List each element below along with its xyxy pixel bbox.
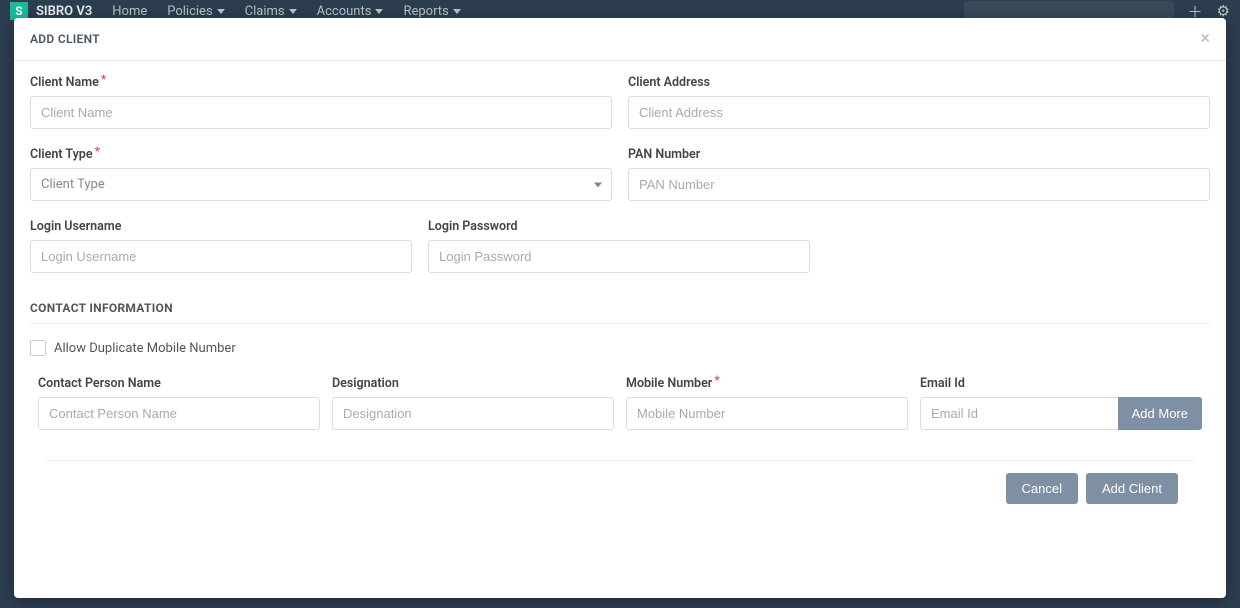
- login-username-label: Login Username: [30, 219, 412, 234]
- allow-duplicate-label: Allow Duplicate Mobile Number: [54, 341, 236, 356]
- pan-number-input[interactable]: [628, 168, 1210, 201]
- client-type-select[interactable]: Client Type: [30, 168, 612, 201]
- add-client-modal: ADD CLIENT × Client Name* Client Address…: [14, 18, 1226, 598]
- allow-duplicate-checkbox[interactable]: [30, 340, 46, 356]
- mobile-number-input[interactable]: [626, 397, 908, 430]
- designation-input[interactable]: [332, 397, 614, 430]
- cancel-button[interactable]: Cancel: [1006, 473, 1078, 504]
- client-address-label: Client Address: [628, 75, 1210, 90]
- add-more-button[interactable]: Add More: [1118, 397, 1202, 430]
- nav-home[interactable]: Home: [112, 4, 147, 19]
- nav-accounts[interactable]: Accounts: [317, 4, 384, 19]
- nav-reports[interactable]: Reports: [403, 4, 460, 19]
- contact-person-input[interactable]: [38, 397, 320, 430]
- client-type-label: Client Type*: [30, 147, 612, 162]
- chevron-down-icon: [217, 9, 225, 14]
- nav-claims[interactable]: Claims: [245, 4, 297, 19]
- designation-label: Designation: [332, 376, 614, 391]
- login-password-label: Login Password: [428, 219, 810, 234]
- email-id-label: Email Id: [920, 376, 1202, 391]
- login-username-input[interactable]: [30, 240, 412, 273]
- contact-person-label: Contact Person Name: [38, 376, 320, 391]
- add-client-button[interactable]: Add Client: [1086, 473, 1178, 504]
- pan-number-label: PAN Number: [628, 147, 1210, 162]
- contact-section-title: CONTACT INFORMATION: [30, 301, 1210, 315]
- email-id-input[interactable]: [920, 397, 1118, 430]
- mobile-number-label: Mobile Number*: [626, 376, 908, 391]
- chevron-down-icon: [375, 9, 383, 14]
- brand-text: SIBRO V3: [36, 4, 92, 19]
- close-icon[interactable]: ×: [1200, 30, 1210, 48]
- modal-title: ADD CLIENT: [30, 32, 100, 46]
- divider: [30, 323, 1210, 324]
- login-password-input[interactable]: [428, 240, 810, 273]
- chevron-down-icon: [453, 9, 461, 14]
- client-name-input[interactable]: [30, 96, 612, 129]
- client-address-input[interactable]: [628, 96, 1210, 129]
- modal-body: Client Name* Client Address Client Type*…: [14, 61, 1226, 598]
- modal-footer: Cancel Add Client: [46, 460, 1194, 518]
- chevron-down-icon: [289, 9, 297, 14]
- client-name-label: Client Name*: [30, 75, 612, 90]
- nav-policies[interactable]: Policies: [167, 4, 224, 19]
- modal-header: ADD CLIENT ×: [14, 18, 1226, 61]
